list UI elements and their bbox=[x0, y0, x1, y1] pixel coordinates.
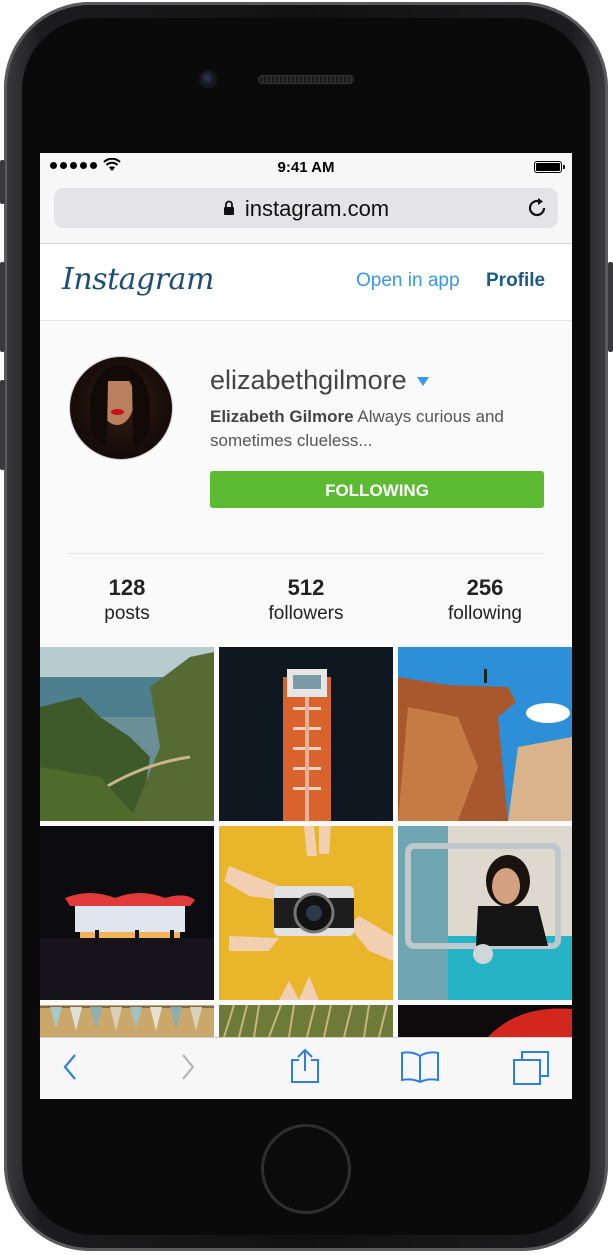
photo-rock-cliff[interactable] bbox=[398, 647, 572, 821]
bookmarks-icon[interactable] bbox=[400, 1050, 440, 1084]
reload-icon[interactable] bbox=[526, 197, 548, 219]
earpiece-speaker bbox=[258, 75, 354, 84]
browser-chrome: instagram.com bbox=[40, 181, 572, 244]
tabs-icon[interactable] bbox=[512, 1050, 550, 1086]
posts-count: 128 bbox=[108, 575, 146, 600]
photo-garland[interactable] bbox=[40, 1005, 214, 1037]
photo-grass[interactable] bbox=[219, 1005, 393, 1037]
home-button[interactable] bbox=[261, 1124, 351, 1214]
address-bar[interactable]: instagram.com bbox=[54, 188, 558, 228]
power-button bbox=[608, 262, 613, 352]
username-row[interactable]: elizabethgilmore bbox=[210, 365, 429, 396]
front-camera bbox=[199, 70, 217, 88]
posts-label: posts bbox=[104, 603, 150, 624]
back-icon[interactable] bbox=[62, 1052, 78, 1082]
username: elizabethgilmore bbox=[210, 365, 407, 395]
avatar[interactable] bbox=[69, 356, 173, 460]
photo-coastal-cliffs[interactable] bbox=[40, 647, 214, 821]
full-name: Elizabeth Gilmore bbox=[210, 407, 354, 426]
photo-camera-hands[interactable] bbox=[219, 826, 393, 1000]
stat-following[interactable]: 256 following bbox=[405, 575, 565, 625]
mute-switch bbox=[0, 160, 5, 204]
share-icon[interactable] bbox=[290, 1048, 320, 1084]
url-display: instagram.com bbox=[54, 196, 558, 222]
avatar-lips bbox=[111, 409, 124, 415]
browser-toolbar bbox=[40, 1037, 572, 1099]
status-bar: 9:41 AM bbox=[40, 153, 572, 181]
stat-followers[interactable]: 512 followers bbox=[226, 575, 386, 625]
followers-label: followers bbox=[268, 603, 344, 624]
divider bbox=[68, 553, 544, 554]
photo-red-dark[interactable] bbox=[398, 1005, 572, 1037]
forward-icon[interactable] bbox=[180, 1052, 196, 1082]
volume-down-button bbox=[0, 380, 5, 470]
battery-icon bbox=[534, 161, 565, 173]
url-text: instagram.com bbox=[244, 196, 390, 221]
screen: 9:41 AM instagram.com Instagram Open in … bbox=[40, 153, 572, 1099]
profile-link[interactable]: Profile bbox=[486, 270, 545, 292]
bio: Elizabeth Gilmore Always curious and som… bbox=[210, 405, 555, 453]
following-count: 256 bbox=[466, 575, 504, 600]
following-button[interactable]: FOLLOWING bbox=[210, 471, 544, 508]
open-in-app-link[interactable]: Open in app bbox=[356, 270, 460, 292]
following-label: following bbox=[448, 603, 522, 624]
photo-woman-in-car[interactable] bbox=[398, 826, 572, 1000]
instagram-header: Instagram Open in app Profile bbox=[40, 244, 572, 321]
caret-down-icon bbox=[416, 377, 429, 387]
volume-up-button bbox=[0, 262, 5, 352]
lock-icon bbox=[223, 200, 234, 216]
instagram-logo[interactable]: Instagram bbox=[62, 262, 214, 297]
stat-posts[interactable]: 128 posts bbox=[47, 575, 207, 625]
status-time: 9:41 AM bbox=[277, 159, 335, 176]
photo-night-tent[interactable] bbox=[40, 826, 214, 1000]
photo-cargo-ship[interactable] bbox=[219, 647, 393, 821]
followers-count: 512 bbox=[287, 575, 325, 600]
